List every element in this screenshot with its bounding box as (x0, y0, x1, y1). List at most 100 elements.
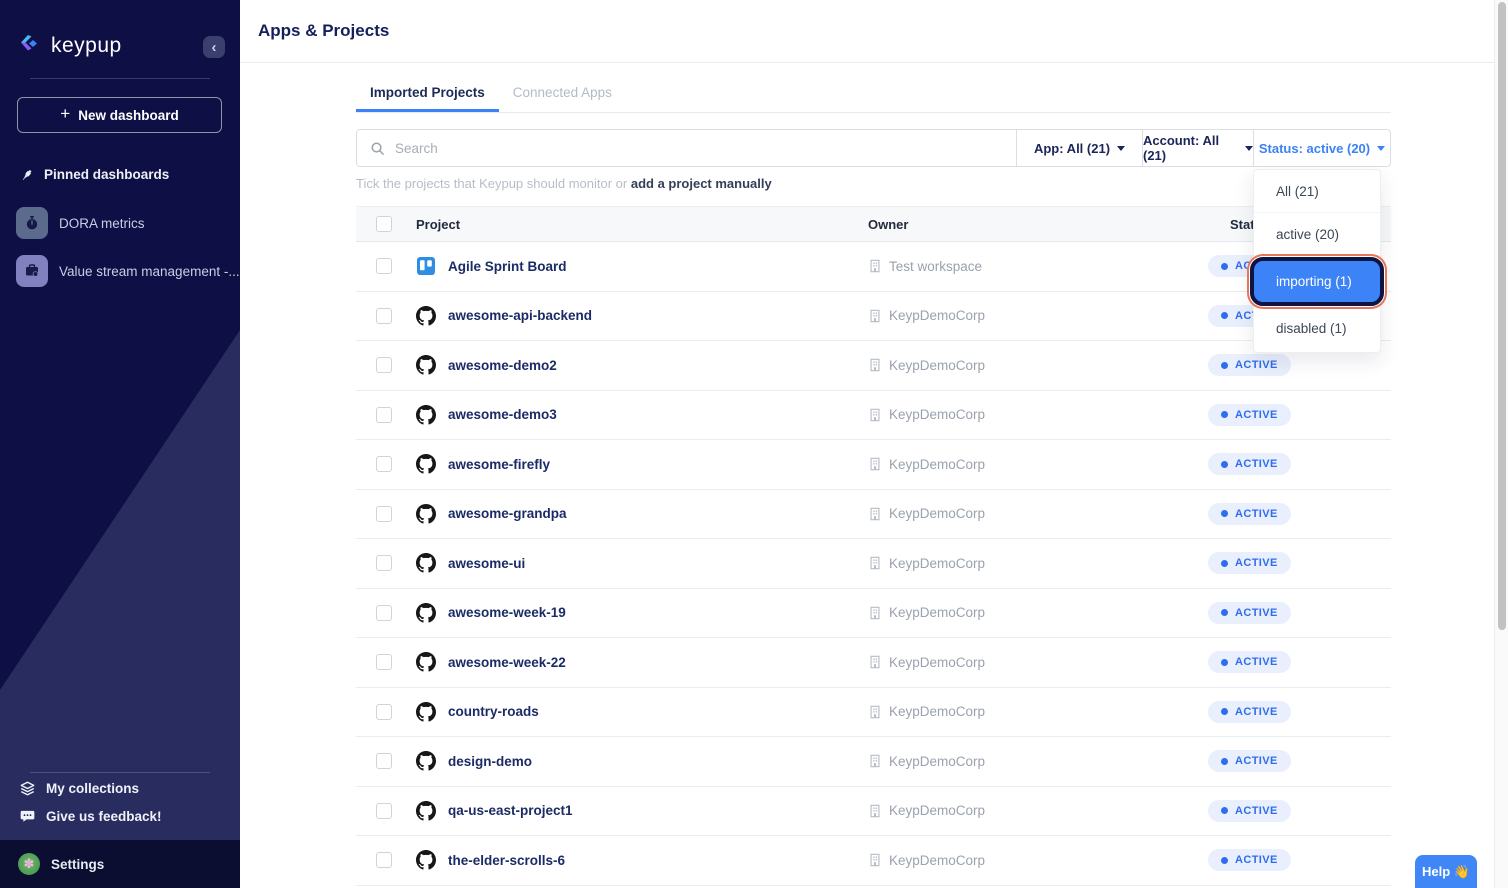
row-checkbox[interactable] (376, 654, 392, 670)
new-dashboard-button[interactable]: + New dashboard (17, 97, 222, 133)
table-header-row: Project Owner Status (356, 206, 1391, 242)
status-badge: ACTIVE (1208, 701, 1291, 723)
row-checkbox[interactable] (376, 605, 392, 621)
row-checkbox[interactable] (376, 704, 392, 720)
status-badge: ACTIVE (1208, 651, 1291, 673)
add-project-link[interactable]: add a project manually (631, 176, 772, 191)
status-badge: ACTIVE (1208, 552, 1291, 574)
project-name-link[interactable]: awesome-grandpa (448, 506, 567, 521)
status-badge-label: ACTIVE (1235, 607, 1278, 619)
row-checkbox[interactable] (376, 753, 392, 769)
project-name-link[interactable]: awesome-ui (448, 556, 525, 571)
scrollbar-track[interactable] (1494, 0, 1508, 888)
sidebar-item-label: My collections (46, 781, 139, 796)
status-dot-icon (1221, 758, 1228, 765)
status-badge-label: ACTIVE (1235, 458, 1278, 470)
logo: keypup (16, 33, 122, 59)
trello-icon (416, 256, 436, 276)
building-icon (868, 804, 882, 818)
plus-icon: + (60, 104, 70, 124)
sidebar-item-settings[interactable]: ✽ Settings (0, 840, 240, 888)
status-dot-icon (1221, 362, 1228, 369)
status-badge: ACTIVE (1208, 354, 1291, 376)
row-checkbox[interactable] (376, 506, 392, 522)
search-box[interactable] (357, 130, 1016, 166)
tab-imported-projects[interactable]: Imported Projects (356, 85, 499, 112)
row-checkbox[interactable] (376, 258, 392, 274)
project-name-link[interactable]: qa-us-east-project1 (448, 803, 573, 818)
status-badge: ACTIVE (1208, 453, 1291, 475)
table-row: awesome-grandpa KeypDemoCorp ACTIVE (356, 490, 1391, 540)
pinned-dashboards-label: Pinned dashboards (44, 167, 169, 182)
helper-text: Tick the projects that Keypup should mon… (356, 176, 1391, 191)
tab-bar: Imported Projects Connected Apps (356, 85, 1391, 113)
row-checkbox[interactable] (376, 555, 392, 571)
project-name-link[interactable]: awesome-demo2 (448, 358, 557, 373)
new-dashboard-label: New dashboard (78, 108, 179, 123)
building-icon (868, 556, 882, 570)
status-badge: ACTIVE (1208, 503, 1291, 525)
project-name-link[interactable]: awesome-week-19 (448, 605, 566, 620)
sidebar-item-value-stream[interactable]: Value stream management -... (16, 255, 240, 287)
project-name-link[interactable]: awesome-firefly (448, 457, 550, 472)
filter-status-dropdown[interactable]: Status: active (20) (1253, 130, 1390, 166)
table-row: awesome-week-22 KeypDemoCorp ACTIVE (356, 638, 1391, 688)
status-dot-icon (1221, 312, 1228, 319)
pinned-dashboards-header: Pinned dashboards (20, 167, 169, 182)
filter-bar: App: All (21) Account: All (21) Status: … (356, 129, 1391, 167)
status-badge-label: ACTIVE (1235, 755, 1278, 767)
status-dot-icon (1221, 807, 1228, 814)
tab-connected-apps[interactable]: Connected Apps (499, 85, 626, 112)
project-name-link[interactable]: design-demo (448, 754, 532, 769)
sidebar-divider (30, 78, 210, 79)
status-badge: ACTIVE (1208, 404, 1291, 426)
github-icon (416, 454, 436, 474)
search-input[interactable] (395, 141, 1016, 156)
building-icon (868, 259, 882, 273)
building-icon (868, 655, 882, 669)
sidebar-item-label: Value stream management -... (59, 264, 240, 279)
status-badge-label: ACTIVE (1235, 557, 1278, 569)
dropdown-item-importing[interactable]: importing (1) (1250, 257, 1384, 306)
row-checkbox[interactable] (376, 357, 392, 373)
pin-icon (20, 168, 34, 182)
row-checkbox[interactable] (376, 407, 392, 423)
help-button[interactable]: Help 👋 (1415, 855, 1477, 888)
sidebar-item-my-collections[interactable]: My collections (20, 781, 139, 796)
sidebar-item-feedback[interactable]: Give us feedback! (20, 809, 162, 824)
dropdown-item-active[interactable]: active (20) (1254, 213, 1380, 256)
project-name-link[interactable]: awesome-demo3 (448, 407, 557, 422)
github-icon (416, 355, 436, 375)
column-header-project: Project (416, 217, 460, 232)
layers-icon (20, 781, 35, 796)
select-all-checkbox[interactable] (376, 216, 392, 232)
dropdown-item-disabled[interactable]: disabled (1) (1254, 307, 1380, 350)
project-name-link[interactable]: the-elder-scrolls-6 (448, 853, 565, 868)
project-name-link[interactable]: country-roads (448, 704, 539, 719)
filter-app-dropdown[interactable]: App: All (21) (1016, 130, 1142, 166)
project-name-link[interactable]: Agile Sprint Board (448, 259, 567, 274)
filter-account-dropdown[interactable]: Account: All (21) (1142, 130, 1253, 166)
github-icon (416, 751, 436, 771)
project-name-link[interactable]: awesome-week-22 (448, 655, 566, 670)
sidebar-background-diagonal (0, 0, 240, 888)
row-checkbox[interactable] (376, 803, 392, 819)
table-row: qa-us-east-project1 KeypDemoCorp ACTIVE (356, 787, 1391, 837)
status-badge: ACTIVE (1208, 800, 1291, 822)
dropdown-item-all[interactable]: All (21) (1254, 170, 1380, 213)
owner-name: KeypDemoCorp (889, 556, 985, 571)
owner-name: KeypDemoCorp (889, 407, 985, 422)
scrollbar-thumb[interactable] (1498, 2, 1506, 630)
github-icon (416, 603, 436, 623)
owner-name: KeypDemoCorp (889, 358, 985, 373)
status-badge-label: ACTIVE (1235, 706, 1278, 718)
sidebar-item-dora-metrics[interactable]: DORA metrics (16, 207, 145, 239)
row-checkbox[interactable] (376, 308, 392, 324)
project-name-link[interactable]: awesome-api-backend (448, 308, 592, 323)
table-row: awesome-demo2 KeypDemoCorp ACTIVE (356, 341, 1391, 391)
sidebar-collapse-button[interactable]: ‹ (203, 36, 225, 58)
table-row: awesome-week-19 KeypDemoCorp ACTIVE (356, 589, 1391, 639)
status-dot-icon (1221, 609, 1228, 616)
row-checkbox[interactable] (376, 456, 392, 472)
row-checkbox[interactable] (376, 852, 392, 868)
